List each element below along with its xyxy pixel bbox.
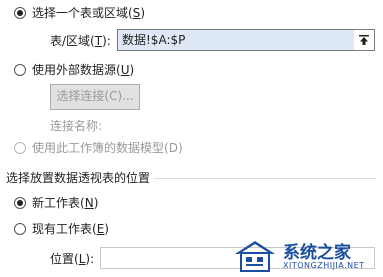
range-select-icon[interactable] <box>353 30 374 50</box>
radio-select-table[interactable] <box>14 7 26 19</box>
house-logo-icon <box>235 241 275 272</box>
radio-external-source[interactable] <box>14 64 26 76</box>
table-range-value: 数据!$A:$P <box>122 33 186 47</box>
watermark-title: 系统之家 <box>283 243 351 263</box>
radio-external-source-label[interactable]: 使用外部数据源(U) <box>32 62 134 78</box>
radio-data-model[interactable] <box>14 142 26 154</box>
table-range-label: 表/区域(T): <box>50 34 111 48</box>
radio-existing-sheet-label[interactable]: 现有工作表(E) <box>32 221 109 237</box>
radio-data-model-label[interactable]: 使用此工作簿的数据模型(D) <box>32 140 183 156</box>
connection-name-label: 连接名称: <box>50 119 103 133</box>
radio-new-sheet-label[interactable]: 新工作表(N) <box>32 195 98 211</box>
choose-connection-button[interactable]: 选择连接(C)... <box>50 84 140 110</box>
radio-new-sheet[interactable] <box>14 197 26 209</box>
section-divider <box>154 178 376 179</box>
watermark-logo: 系统之家 XITONGZHIJIA.NET <box>231 237 381 275</box>
pivot-table-dialog: 选择一个表或区域(S) 表/区域(T): 数据!$A:$P 使用外部数据源(U)… <box>0 0 383 277</box>
location-section-title: 选择放置数据透视表的位置 <box>6 171 151 185</box>
watermark-url: XITONGZHIJIA.NET <box>283 261 365 270</box>
radio-existing-sheet[interactable] <box>14 223 26 235</box>
location-label: 位置(L): <box>50 252 95 266</box>
radio-select-table-label[interactable]: 选择一个表或区域(S) <box>32 5 145 21</box>
table-range-input[interactable]: 数据!$A:$P <box>117 29 375 51</box>
